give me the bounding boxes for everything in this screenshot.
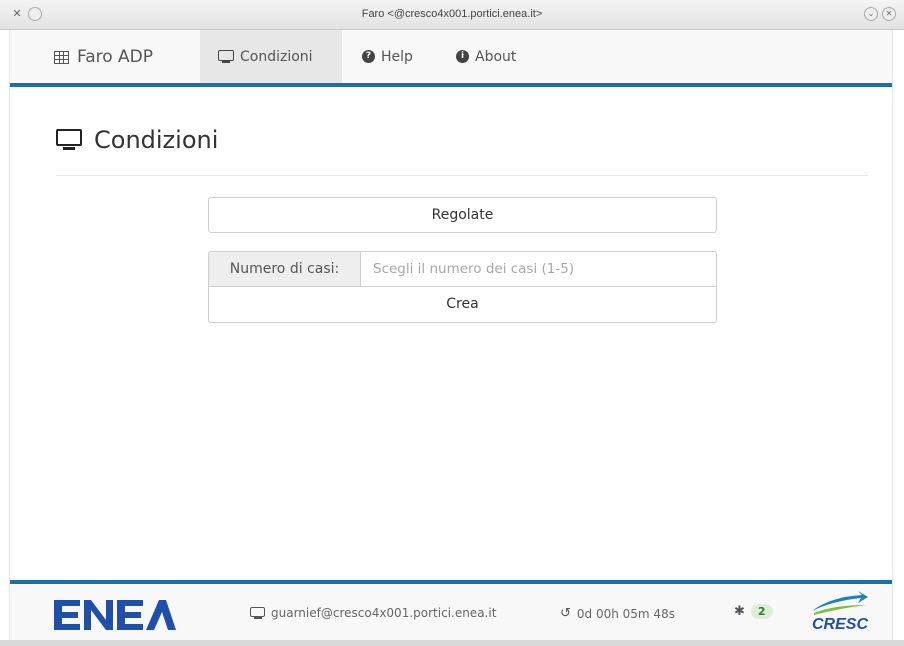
page-title-text: Condizioni bbox=[94, 126, 219, 154]
window-bottom-border bbox=[0, 640, 904, 646]
navbar: Faro ADP Condizioni ? Help i About bbox=[10, 30, 892, 87]
footer-bugs[interactable]: ✱ 2 bbox=[734, 604, 773, 619]
calculator-icon bbox=[54, 50, 69, 64]
regolate-button[interactable]: Regolate bbox=[208, 197, 717, 233]
numero-casi-group: Numero di casi: bbox=[208, 251, 717, 287]
crea-button[interactable]: Crea bbox=[208, 287, 717, 323]
nav-item-label: Help bbox=[381, 48, 413, 65]
footer-user-text: guarnief@cresco4x001.portici.enea.it bbox=[271, 606, 497, 620]
brand-label: Faro ADP bbox=[77, 47, 154, 67]
monitor-icon bbox=[56, 129, 82, 151]
monitor-icon bbox=[250, 606, 265, 620]
enea-logo-mark bbox=[54, 600, 176, 630]
nav-item-help[interactable]: ? Help bbox=[362, 30, 413, 83]
footer-user: guarnief@cresco4x001.portici.enea.it bbox=[250, 606, 496, 620]
page-title: Condizioni bbox=[56, 126, 218, 154]
window-titlebar: ✕ Faro <@cresco4x001.portici.enea.it> ⌄ … bbox=[0, 0, 904, 30]
divider bbox=[56, 175, 868, 176]
nav-item-label: About bbox=[475, 48, 517, 65]
nav-item-condizioni[interactable]: Condizioni bbox=[200, 30, 342, 83]
chevron-down-icon[interactable]: ⌄ bbox=[864, 7, 878, 21]
close-icon[interactable]: ✕ bbox=[882, 7, 896, 21]
window-left-border bbox=[0, 30, 10, 640]
enea-logo bbox=[54, 598, 176, 640]
cresco-wordmark: CRESCO bbox=[812, 616, 868, 633]
numero-casi-input[interactable] bbox=[361, 251, 717, 287]
cresco-swoosh-mark bbox=[812, 591, 868, 615]
monitor-icon bbox=[218, 49, 234, 64]
footer-uptime-text: 0d 00h 05m 48s bbox=[576, 606, 675, 621]
window-right-border bbox=[892, 30, 904, 640]
svg-text:CRESCO: CRESCO bbox=[812, 616, 868, 633]
question-circle-icon: ? bbox=[362, 50, 375, 63]
nav-item-label: Condizioni bbox=[240, 48, 313, 65]
history-icon: ↺ bbox=[560, 606, 571, 621]
bug-icon: ✱ bbox=[734, 604, 745, 619]
nav-brand[interactable]: Faro ADP bbox=[54, 47, 153, 67]
cresco-logo: CRESCO bbox=[810, 589, 868, 635]
footer-uptime: ↺ 0d 00h 05m 48s bbox=[560, 606, 675, 621]
info-circle-icon: i bbox=[456, 50, 469, 63]
bug-count-badge: 2 bbox=[750, 604, 773, 619]
window-title: Faro <@cresco4x001.portici.enea.it> bbox=[361, 8, 543, 20]
nav-item-about[interactable]: i About bbox=[456, 30, 516, 83]
footer: guarnief@cresco4x001.portici.enea.it ↺ 0… bbox=[10, 580, 892, 640]
numero-casi-label: Numero di casi: bbox=[208, 251, 361, 287]
